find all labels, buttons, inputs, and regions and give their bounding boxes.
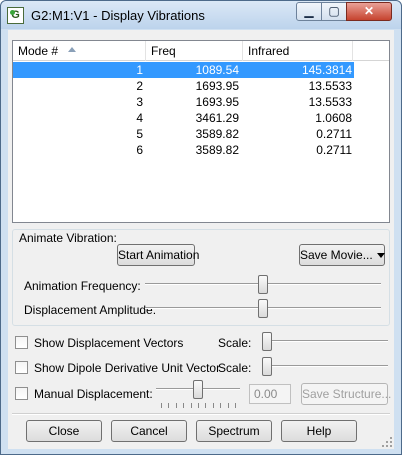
cancel-button[interactable]: Cancel bbox=[111, 420, 187, 442]
slider-thumb[interactable] bbox=[262, 332, 272, 351]
separator bbox=[12, 413, 390, 415]
vectors-scale-slider[interactable] bbox=[262, 332, 388, 352]
slider-tick bbox=[228, 403, 229, 408]
slider-track bbox=[262, 340, 388, 342]
show-displacement-vectors-label: Show Displacement Vectors bbox=[34, 336, 184, 350]
slider-tick bbox=[168, 403, 169, 408]
vectors-scale-label: Scale: bbox=[218, 336, 252, 350]
slider-thumb[interactable] bbox=[258, 299, 268, 318]
spectrum-button[interactable]: Spectrum bbox=[196, 420, 272, 442]
animate-vibration-group: Animate Vibration: Start Animation Save … bbox=[12, 229, 390, 326]
cell-freq: 1693.95 bbox=[195, 79, 239, 93]
slider-tick bbox=[235, 403, 236, 408]
minimize-button[interactable]: ▁ bbox=[296, 2, 322, 21]
slider-thumb[interactable] bbox=[262, 357, 272, 376]
display-vibrations-window: G G2:M1:V1 - Display Vibrations ▁ ▢ ✕ Mo… bbox=[0, 0, 402, 455]
cell-mode: 6 bbox=[136, 143, 143, 157]
cell-freq: 3461.29 bbox=[195, 111, 239, 125]
close-window-button[interactable]: ✕ bbox=[346, 2, 392, 21]
animation-frequency-label: Animation Frequency: bbox=[24, 279, 141, 293]
slider-thumb[interactable] bbox=[258, 275, 268, 294]
table-body: 1 1089.54 145.3814 2 1693.95 13.5533 3 1693.95 1… bbox=[13, 62, 389, 158]
cell-mode: 3 bbox=[136, 95, 143, 109]
slider-thumb[interactable] bbox=[193, 380, 203, 399]
table-row[interactable]: 4 3461.29 1.0608 bbox=[13, 110, 389, 126]
slider-track bbox=[262, 365, 388, 367]
table-row[interactable]: 1 1089.54 145.3814 bbox=[13, 62, 354, 78]
cell-ir: 1.0608 bbox=[315, 111, 352, 125]
cell-mode: 5 bbox=[136, 127, 143, 141]
slider-tick bbox=[183, 403, 184, 408]
dipole-scale-slider[interactable] bbox=[262, 357, 388, 377]
cell-ir: 13.5533 bbox=[308, 79, 352, 93]
manual-displacement-label: Manual Displacement: bbox=[34, 387, 153, 401]
maximize-icon: ▢ bbox=[328, 4, 340, 18]
slider-tick bbox=[220, 403, 221, 408]
column-header-infrared[interactable]: Infrared bbox=[243, 41, 353, 61]
resize-grip-icon[interactable] bbox=[382, 437, 392, 447]
cell-ir: 145.3814 bbox=[301, 63, 352, 77]
cell-freq: 1693.95 bbox=[195, 95, 239, 109]
slider-tick bbox=[213, 403, 214, 408]
table-row[interactable]: 6 3589.82 0.2711 bbox=[13, 142, 389, 158]
app-icon-dot bbox=[10, 10, 15, 15]
show-dipole-vector-label: Show Dipole Derivative Unit Vector bbox=[34, 361, 221, 375]
table-row[interactable]: 5 3589.82 0.2711 bbox=[13, 126, 389, 142]
show-displacement-vectors-checkbox[interactable] bbox=[15, 336, 28, 349]
save-movie-button[interactable]: Save Movie... bbox=[299, 244, 385, 266]
column-header-mode[interactable]: Mode # bbox=[13, 41, 146, 61]
cell-ir: 13.5533 bbox=[308, 95, 352, 109]
help-button[interactable]: Help bbox=[281, 420, 357, 442]
cell-mode: 4 bbox=[136, 111, 143, 125]
slider-tick bbox=[191, 403, 192, 408]
slider-ticks bbox=[156, 403, 240, 408]
cell-ir: 0.2711 bbox=[316, 127, 352, 141]
title-bar[interactable]: G G2:M1:V1 - Display Vibrations ▁ ▢ ✕ bbox=[1, 1, 401, 29]
table-header: Mode # Freq Infrared bbox=[13, 41, 389, 61]
app-icon: G bbox=[7, 7, 24, 24]
animate-vibration-label: Animate Vibration: bbox=[19, 231, 117, 245]
cell-freq: 3589.82 bbox=[195, 143, 239, 157]
manual-displacement-slider[interactable] bbox=[156, 380, 240, 410]
dialog-client-area: Mode # Freq Infrared 1 1089.54 145.3814 2 16… bbox=[8, 30, 394, 449]
cell-freq: 1089.54 bbox=[195, 63, 239, 77]
chevron-down-icon bbox=[376, 253, 385, 259]
cell-mode: 1 bbox=[136, 63, 143, 77]
slider-tick bbox=[161, 403, 162, 408]
table-row[interactable]: 3 1693.95 13.5533 bbox=[13, 94, 389, 110]
column-header-freq[interactable]: Freq bbox=[146, 41, 243, 61]
manual-displacement-value-field[interactable]: 0.00 bbox=[249, 384, 291, 404]
column-header-mode-label: Mode # bbox=[18, 44, 59, 58]
close-icon: ✕ bbox=[363, 4, 375, 18]
modes-table[interactable]: Mode # Freq Infrared 1 1089.54 145.3814 2 16… bbox=[12, 40, 390, 223]
save-movie-label: Save Movie... bbox=[300, 248, 373, 262]
dipole-scale-label: Scale: bbox=[218, 361, 252, 375]
sort-ascending-icon bbox=[68, 47, 76, 52]
cell-mode: 2 bbox=[136, 79, 143, 93]
maximize-button[interactable]: ▢ bbox=[321, 2, 347, 21]
slider-tick bbox=[176, 403, 177, 408]
cell-ir: 0.2711 bbox=[316, 143, 352, 157]
displacement-amplitude-slider[interactable] bbox=[145, 299, 381, 319]
save-structure-button[interactable]: Save Structure... bbox=[301, 383, 391, 405]
manual-displacement-checkbox[interactable] bbox=[15, 387, 28, 400]
displacement-amplitude-label: Displacement Amplitude: bbox=[24, 303, 157, 317]
close-button[interactable]: Close bbox=[26, 420, 102, 442]
animation-frequency-slider[interactable] bbox=[145, 275, 381, 295]
slider-tick bbox=[205, 403, 206, 408]
minimize-icon: ▁ bbox=[304, 4, 314, 18]
show-dipole-vector-checkbox[interactable] bbox=[15, 361, 28, 374]
window-title: G2:M1:V1 - Display Vibrations bbox=[31, 8, 205, 23]
cell-freq: 3589.82 bbox=[195, 127, 239, 141]
table-row[interactable]: 2 1693.95 13.5533 bbox=[13, 78, 389, 94]
start-animation-button[interactable]: Start Animation bbox=[117, 244, 199, 266]
slider-tick bbox=[198, 403, 199, 408]
